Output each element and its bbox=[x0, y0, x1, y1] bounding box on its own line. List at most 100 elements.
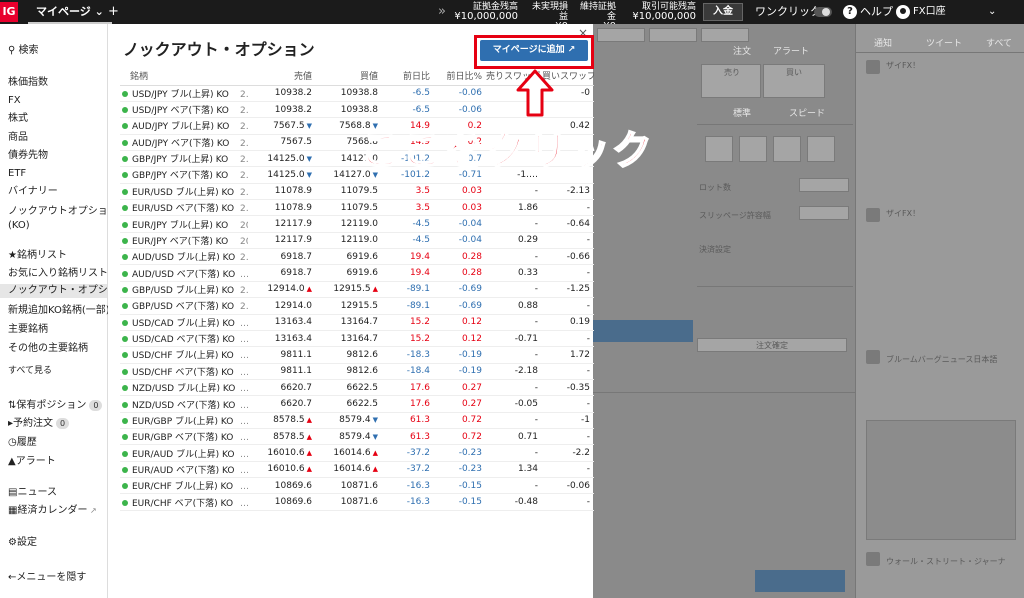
buy-price-cell[interactable]: 11079.5 bbox=[316, 199, 382, 217]
buy-price-cell[interactable]: 12915.5 ▲ bbox=[316, 281, 382, 299]
instrument-cell[interactable]: USD/CAD ベア(下落) KO… bbox=[120, 330, 248, 348]
instrument-cell[interactable]: USD/CHF ベア(下落) KO… bbox=[120, 363, 248, 380]
add-tab-icon[interactable]: + bbox=[108, 0, 119, 24]
table-row[interactable]: GBP/USD ブル(上昇) KO2…12914.0▲12915.5▲-89.1… bbox=[120, 281, 594, 299]
help-link[interactable]: ヘルプ bbox=[860, 0, 893, 24]
instrument-cell[interactable]: EUR/JPY ブル(上昇) KO 20… bbox=[120, 215, 248, 233]
expand-arrows-icon[interactable]: » bbox=[438, 0, 446, 24]
buy-price-cell[interactable]: 16014.6 ▲ bbox=[316, 444, 382, 462]
user-icon[interactable] bbox=[896, 5, 910, 19]
column-header[interactable]: 売値 bbox=[248, 67, 316, 86]
buy-price-cell[interactable]: 13164.7 bbox=[316, 314, 382, 331]
sell-price-cell[interactable]: 6620.7 bbox=[248, 379, 316, 397]
sell-price-cell[interactable]: 6918.7 bbox=[248, 264, 316, 282]
sidebar-item-knockout[interactable]: ノックアウトオプション bbox=[8, 205, 118, 219]
column-header[interactable]: 買値 bbox=[316, 67, 382, 86]
instrument-cell[interactable]: GBP/USD ブル(上昇) KO 2… bbox=[120, 281, 248, 299]
sell-price-cell[interactable]: 10938.2 bbox=[248, 85, 316, 102]
table-row[interactable]: EUR/CHF ブル(上昇) KO…10869.610871.6-16.3-0.… bbox=[120, 477, 594, 495]
instrument-cell[interactable]: AUD/USD ベア(下落) KO… bbox=[120, 264, 248, 282]
table-row[interactable]: AUD/USD ベア(下落) KO … 6918.7 6919.619.40.280.… bbox=[120, 264, 594, 282]
sell-price-cell[interactable]: 10869.6 bbox=[248, 493, 316, 511]
sidebar-item-new-ko[interactable]: 新規追加KO銘柄(一部) bbox=[8, 304, 110, 318]
sidebar-item-major[interactable]: 主要銘柄 bbox=[8, 323, 48, 337]
table-row[interactable]: NZD/USD ブル(上昇) KO … 6620.7 6622.517.60.27--… bbox=[120, 379, 594, 397]
sidebar-item-positions[interactable]: ⇅保有ポジション 0 bbox=[8, 399, 103, 413]
buy-price-cell[interactable]: 9812.6 bbox=[316, 346, 382, 364]
see-all-link[interactable]: すべて見る bbox=[8, 364, 52, 378]
account-selector[interactable]: FX口座 bbox=[913, 0, 946, 24]
buy-price-cell[interactable]: 6919.6 bbox=[316, 248, 382, 266]
table-row[interactable]: USD/CHF ブル(上昇) KO … 9811.1 9812.6-18.3-0.19… bbox=[120, 346, 594, 364]
instrument-cell[interactable]: AUD/JPY ブル(上昇) KO 2… bbox=[120, 117, 248, 135]
sidebar-item-alerts[interactable]: ▲アラート bbox=[8, 455, 56, 469]
buy-price-cell[interactable]: 6622.5 bbox=[316, 395, 382, 413]
sidebar-item-stocks[interactable]: 株式 bbox=[8, 112, 28, 126]
sidebar-item-orders[interactable]: ▸予約注文 0 bbox=[8, 417, 70, 431]
sidebar-item-binary[interactable]: バイナリー bbox=[8, 185, 58, 199]
sell-price-cell[interactable]: 11078.9 bbox=[248, 183, 316, 201]
table-row[interactable]: EUR/GBP ブル(上昇) KO…8578.5▲8579.4▼61.30.72… bbox=[120, 412, 594, 430]
buy-price-cell[interactable]: 16014.6 ▲ bbox=[316, 461, 382, 479]
buy-price-cell[interactable]: 8579.4 ▼ bbox=[316, 412, 382, 430]
instrument-cell[interactable]: EUR/USD ブル(上昇) KO 2… bbox=[120, 183, 248, 201]
instrument-cell[interactable]: EUR/USD ベア(下落) KO 2… bbox=[120, 199, 248, 217]
sell-price-cell[interactable]: 13163.4 bbox=[248, 330, 316, 348]
sidebar-item-index[interactable]: 株価指数 bbox=[8, 76, 48, 90]
buy-price-cell[interactable]: 6919.6 bbox=[316, 264, 382, 282]
table-row[interactable]: EUR/AUD ブル(上昇) KO…16010.6▲16014.6▲-37.2-… bbox=[120, 444, 594, 462]
instrument-cell[interactable]: EUR/JPY ベア(下落) KO 20… bbox=[120, 232, 248, 250]
buy-price-cell[interactable]: 12119.0 bbox=[316, 232, 382, 250]
chevron-down-icon[interactable]: ⌄ bbox=[988, 0, 996, 24]
table-row[interactable]: GBP/USD ベア(下落) KO2…12914.012915.5-89.1-0… bbox=[120, 297, 594, 315]
tab-mypage[interactable]: マイページ ⌄ bbox=[28, 0, 112, 24]
sell-price-cell[interactable]: 14125.0 ▼ bbox=[248, 166, 316, 184]
ig-logo[interactable]: IG bbox=[0, 2, 18, 22]
sell-price-cell[interactable]: 10938.2 bbox=[248, 101, 316, 119]
buy-price-cell[interactable]: 13164.7 bbox=[316, 330, 382, 348]
table-row[interactable]: EUR/USD ベア(下落) KO 2… 11078.9 11079.5 3.50.03… bbox=[120, 199, 594, 217]
table-row[interactable]: EUR/USD ブル(上昇) KO 2… 11078.9 11079.5 3.50.03… bbox=[120, 183, 594, 201]
column-header[interactable]: 前日比% bbox=[434, 67, 486, 86]
sidebar-item-bonds[interactable]: 債券先物 bbox=[8, 149, 48, 163]
table-row[interactable]: EUR/GBP ベア(下落) KO…8578.5▲8579.4▼61.30.72… bbox=[120, 428, 594, 446]
instrument-cell[interactable]: AUD/JPY ベア(下落) KO 2… bbox=[120, 134, 248, 151]
instrument-cell[interactable]: EUR/AUD ベア(下落) KO… bbox=[120, 461, 248, 479]
buy-price-cell[interactable]: 12915.5 bbox=[316, 297, 382, 315]
sell-price-cell[interactable]: 11078.9 bbox=[248, 199, 316, 217]
instrument-cell[interactable]: USD/CAD ブル(上昇) KO… bbox=[120, 314, 248, 331]
sell-price-cell[interactable]: 6918.7 bbox=[248, 248, 316, 266]
sell-price-cell[interactable]: 10869.6 bbox=[248, 477, 316, 495]
sidebar-item-news[interactable]: ▤ニュース bbox=[8, 486, 57, 500]
sell-price-cell[interactable]: 14125.0 ▼ bbox=[248, 150, 316, 168]
sell-price-cell[interactable]: 16010.6 ▲ bbox=[248, 444, 316, 462]
instrument-cell[interactable]: AUD/USD ブル(上昇) KO 2… bbox=[120, 248, 248, 266]
sidebar-item-knockout-list[interactable]: ノックアウト・オプシ… bbox=[0, 284, 118, 298]
table-row[interactable]: USD/CAD ブル(上昇) KO … 13163.4 13164.7 15.20.12… bbox=[120, 314, 594, 331]
table-row[interactable]: EUR/JPY ベア(下落) KO20…12117.912119.0-4.5-0… bbox=[120, 232, 594, 250]
instrument-cell[interactable]: EUR/CHF ブル(上昇) KO… bbox=[120, 477, 248, 495]
table-row[interactable]: EUR/AUD ベア(下落) KO…16010.6▲16014.6▲-37.2-… bbox=[120, 461, 594, 479]
buy-price-cell[interactable]: 10871.6 bbox=[316, 493, 382, 511]
instrument-cell[interactable]: NZD/USD ブル(上昇) KO… bbox=[120, 379, 248, 397]
buy-price-cell[interactable]: 8579.4 ▼ bbox=[316, 428, 382, 446]
column-header[interactable]: 前日比 bbox=[382, 67, 434, 86]
table-row[interactable]: USD/CAD ベア(下落) KO … 13163.4 13164.7 15.20.12… bbox=[120, 330, 594, 348]
sell-price-cell[interactable]: 7567.5 bbox=[248, 134, 316, 151]
sell-price-cell[interactable]: 16010.6 ▲ bbox=[248, 461, 316, 479]
table-row[interactable]: AUD/USD ブル(上昇) KO2…6918.76919.619.40.28-… bbox=[120, 248, 594, 266]
buy-price-cell[interactable]: 10871.6 bbox=[316, 477, 382, 495]
sidebar-item-etf[interactable]: ETF bbox=[8, 167, 26, 181]
column-header[interactable]: 銘柄 bbox=[120, 67, 248, 86]
buy-price-cell[interactable]: 6622.5 bbox=[316, 379, 382, 397]
table-row[interactable]: NZD/USD ベア(下落) KO … 6620.7 6622.517.60.27-0… bbox=[120, 395, 594, 413]
sell-price-cell[interactable]: 6620.7 bbox=[248, 395, 316, 413]
search-link[interactable]: ⚲ 検索 bbox=[8, 44, 39, 58]
sell-price-cell[interactable]: 8578.5 ▲ bbox=[248, 412, 316, 430]
sidebar-item-fx[interactable]: FX bbox=[8, 94, 21, 108]
sell-price-cell[interactable]: 9811.1 bbox=[248, 363, 316, 380]
table-row[interactable]: USD/CHF ベア(下落) KO … 9811.1 9812.6-18.4-0.19… bbox=[120, 363, 594, 380]
sell-price-cell[interactable]: 13163.4 bbox=[248, 314, 316, 331]
sidebar-item-settings[interactable]: ⚙設定 bbox=[8, 536, 37, 550]
sidebar-item-history[interactable]: ◷履歴 bbox=[8, 436, 37, 450]
